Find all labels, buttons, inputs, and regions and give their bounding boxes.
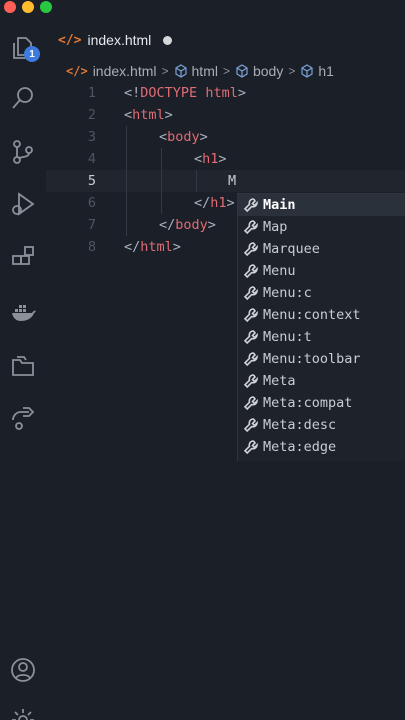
suggestion-item[interactable]: Meta:compat: [238, 392, 405, 414]
indent-guide: [126, 192, 127, 214]
line-number: 7: [87, 217, 96, 233]
indent-guide: [126, 170, 127, 192]
activity-bar: 1: [0, 14, 46, 720]
suggestion-item[interactable]: Main: [238, 194, 405, 216]
suggestion-item[interactable]: Map: [238, 216, 405, 238]
wrench-icon: [243, 308, 258, 323]
indent-guide: [126, 148, 127, 170]
suggestion-item[interactable]: Menu:toolbar: [238, 348, 405, 370]
breadcrumb-item-body[interactable]: body: [253, 63, 283, 79]
suggestion-item[interactable]: Menu: [238, 260, 405, 282]
indent-guide: [161, 192, 162, 214]
live-share-icon[interactable]: [7, 402, 39, 434]
docker-icon[interactable]: [7, 296, 39, 328]
code-line[interactable]: 1 <!DOCTYPE html>: [46, 82, 405, 104]
indent-guide: [196, 170, 197, 192]
breadcrumb-item-h1[interactable]: h1: [318, 63, 334, 79]
wrench-icon: [243, 396, 258, 411]
wrench-icon: [243, 418, 258, 433]
suggestion-item[interactable]: Meta:desc: [238, 414, 405, 436]
breadcrumb-separator: >: [161, 64, 169, 78]
line-number: 8: [87, 239, 96, 255]
indent-guide: [161, 170, 162, 192]
tab-index-html[interactable]: </> index.html: [58, 28, 173, 52]
breadcrumb-item-html[interactable]: html: [192, 63, 218, 79]
settings-gear-icon[interactable]: [7, 704, 39, 720]
code-line[interactable]: 2 <html>: [46, 104, 405, 126]
line-number: 1: [87, 85, 96, 101]
code-text: <body>: [159, 129, 208, 145]
suggestion-item[interactable]: Menu:t: [238, 326, 405, 348]
code-text: <html>: [124, 107, 173, 123]
tab-label: index.html: [87, 32, 152, 48]
suggestion-item[interactable]: Meta: [238, 370, 405, 392]
indent-guide: [126, 214, 127, 236]
code-text: <h1>: [194, 151, 227, 167]
wrench-icon: [243, 440, 258, 455]
indent-guide: [161, 148, 162, 170]
line-number: 5: [87, 173, 96, 189]
element-cube-icon: [174, 64, 187, 78]
code-text: </h1>: [194, 195, 235, 211]
code-line[interactable]: 3 <body>: [46, 126, 405, 148]
tab-bar: </> index.html: [46, 22, 405, 58]
code-line-current[interactable]: 5 M: [46, 170, 405, 192]
suggestion-item[interactable]: Menu:context: [238, 304, 405, 326]
code-text: </html>: [124, 239, 181, 255]
line-number: 6: [87, 195, 96, 211]
element-cube-icon: [236, 64, 248, 78]
wrench-icon: [243, 220, 258, 235]
code-text: <!DOCTYPE html>: [124, 85, 246, 101]
wrench-icon: [243, 264, 258, 279]
remote-explorer-icon[interactable]: [7, 350, 39, 382]
line-number: 4: [87, 151, 96, 167]
code-text: M: [228, 173, 237, 189]
wrench-icon: [243, 352, 258, 367]
wrench-icon: [243, 242, 258, 257]
wrench-icon: [243, 286, 258, 301]
suggestion-item[interactable]: Menu:c: [238, 282, 405, 304]
code-line[interactable]: 4 <h1>: [46, 148, 405, 170]
wrench-icon: [243, 374, 258, 389]
wrench-icon: [243, 330, 258, 345]
line-number: 3: [87, 129, 96, 145]
explorer-badge: 1: [24, 46, 40, 62]
breadcrumb-separator: >: [222, 64, 230, 78]
indent-guide: [126, 126, 127, 148]
code-text: </body>: [159, 217, 216, 233]
unsaved-dot-icon[interactable]: [163, 35, 173, 45]
breadcrumb-item-file[interactable]: index.html: [93, 63, 157, 79]
element-cube-icon: [301, 64, 313, 78]
minimize-window-button[interactable]: [22, 1, 34, 13]
wrench-icon: [243, 198, 258, 213]
maximize-window-button[interactable]: [40, 1, 52, 13]
suggestion-item[interactable]: Marquee: [238, 238, 405, 260]
close-window-button[interactable]: [4, 1, 16, 13]
extensions-icon[interactable]: [7, 242, 39, 274]
suggestion-item[interactable]: Meta:edge: [238, 436, 405, 458]
breadcrumb: </> index.html > html > body > h1: [66, 61, 334, 81]
html-file-icon: </>: [58, 32, 82, 48]
source-control-icon[interactable]: [7, 136, 39, 168]
html-file-icon: </>: [66, 64, 88, 78]
run-debug-icon[interactable]: [7, 188, 39, 220]
suggestion-list: Main Map Marquee Menu Menu:c Menu:contex…: [237, 193, 405, 461]
line-number: 2: [87, 107, 96, 123]
search-icon[interactable]: [7, 82, 39, 114]
breadcrumb-separator: >: [288, 64, 296, 78]
title-bar: [0, 0, 405, 14]
account-icon[interactable]: [7, 654, 39, 686]
